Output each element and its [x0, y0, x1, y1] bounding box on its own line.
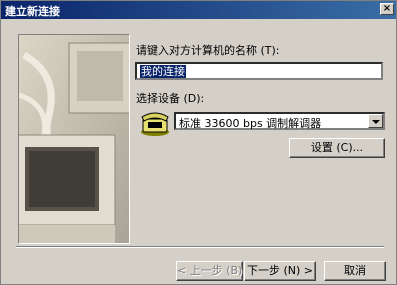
- connection-name-value: 我的连接: [140, 65, 186, 78]
- modem-phone-icon: [141, 112, 169, 136]
- device-select-value: 标准 33600 bps 调制解调器: [179, 117, 322, 130]
- next-button[interactable]: 下一步 (N) >: [244, 261, 316, 281]
- dropdown-arrow-icon[interactable]: [368, 114, 383, 128]
- new-connection-dialog: 建立新连接 × 请键入对方计算机的名称 (T): 我的连接 选择设备 (D): …: [0, 0, 397, 285]
- device-label: 选择设备 (D):: [136, 92, 205, 105]
- close-button[interactable]: ×: [380, 3, 394, 15]
- window-title: 建立新连接: [5, 5, 60, 18]
- title-bar: 建立新连接 ×: [1, 1, 396, 19]
- computer-illustration-icon: [19, 35, 129, 243]
- connection-name-input[interactable]: 我的连接: [135, 62, 383, 80]
- back-button[interactable]: < 上一步 (B): [176, 261, 243, 281]
- cancel-button[interactable]: 取消: [324, 261, 386, 281]
- name-label: 请键入对方计算机的名称 (T):: [136, 44, 280, 57]
- separator: [16, 246, 384, 248]
- device-select[interactable]: 标准 33600 bps 调制解调器: [174, 112, 385, 130]
- wizard-illustration: [18, 34, 130, 244]
- configure-button[interactable]: 设置 (C)...: [289, 138, 385, 158]
